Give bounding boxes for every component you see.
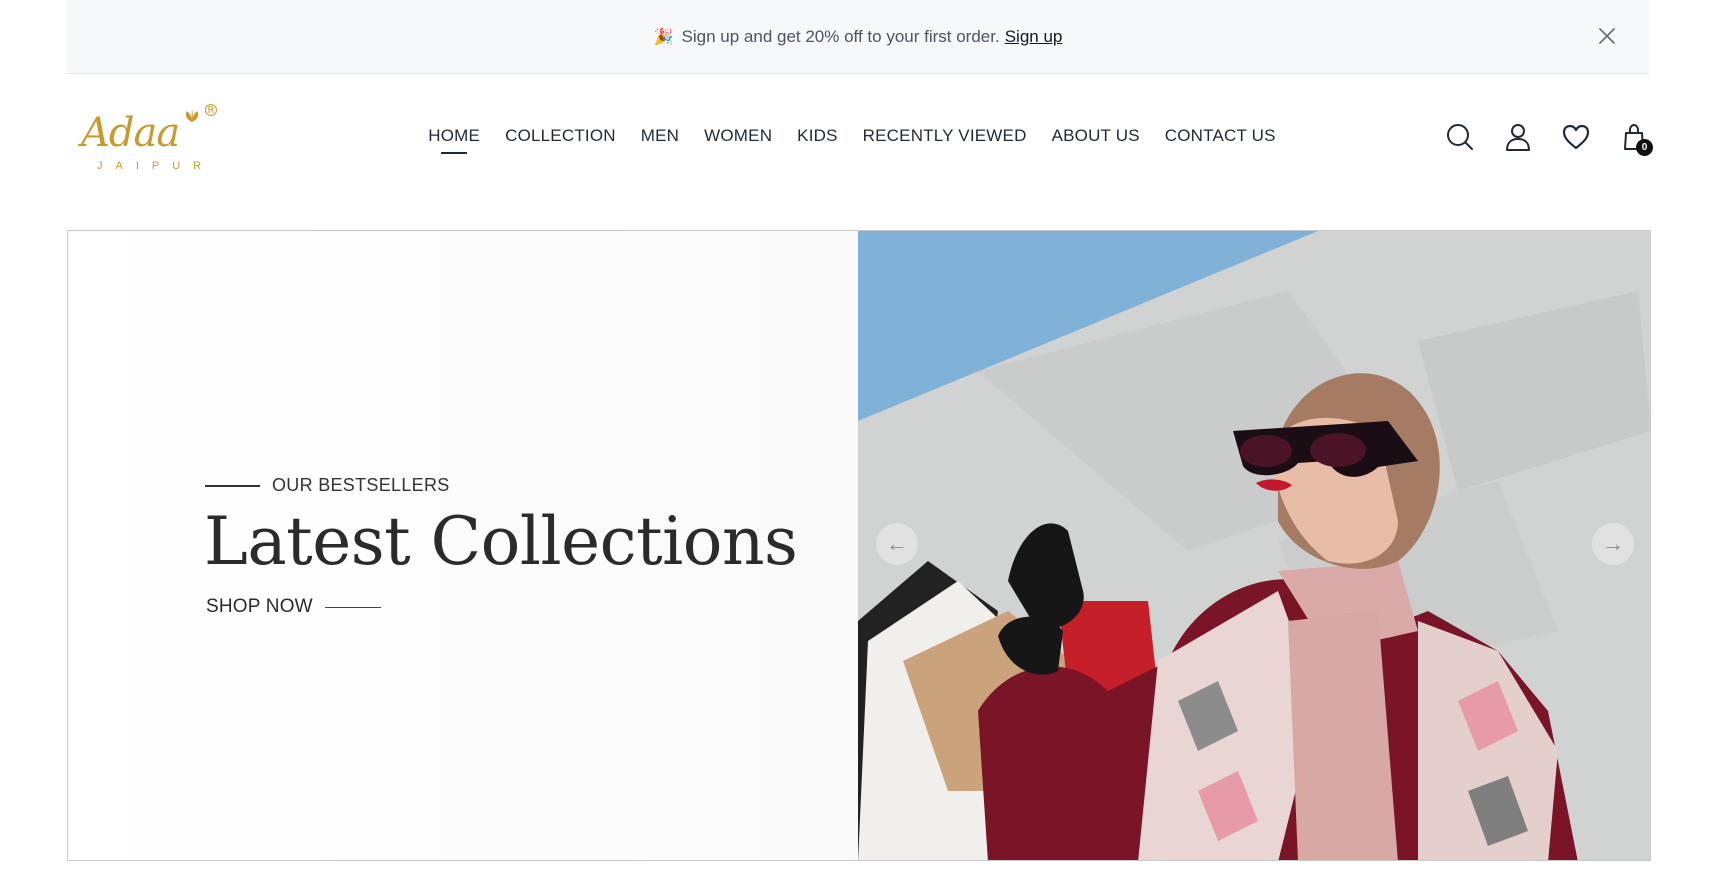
announcement-bar: 🎉 Sign up and get 20% off to your first …	[67, 0, 1649, 74]
hero-text-panel: OUR BESTSELLERS Latest Collections SHOP …	[68, 231, 858, 860]
eyebrow-text: OUR BESTSELLERS	[272, 475, 450, 495]
nav-item-kids[interactable]: KIDS	[797, 126, 837, 154]
party-icon: 🎉	[653, 28, 674, 46]
hero-eyebrow: OUR BESTSELLERS	[205, 475, 450, 496]
nav-item-contact-us[interactable]: CONTACT US	[1165, 126, 1276, 154]
leaf-icon	[185, 109, 199, 122]
nav-item-about-us[interactable]: ABOUT US	[1052, 126, 1140, 154]
site-header: Adaa R JAIPUR HOME COLLECTION MEN WOMEN …	[67, 74, 1653, 230]
nav-item-home[interactable]: HOME	[428, 126, 480, 154]
hero-photo-woman-shopping	[858, 231, 1650, 860]
heart-icon[interactable]	[1561, 122, 1591, 152]
slider-next-button[interactable]: →	[1592, 523, 1634, 565]
nav-item-recently-viewed[interactable]: RECENTLY VIEWED	[863, 126, 1027, 154]
registered-mark: R	[205, 104, 217, 116]
shop-now-line	[324, 606, 381, 608]
cart-count-badge: 0	[1636, 139, 1653, 156]
header-icons: 0	[1445, 122, 1653, 156]
main-nav: HOME COLLECTION MEN WOMEN KIDS RECENTLY …	[67, 126, 1649, 154]
slider-prev-button[interactable]: ←	[876, 523, 918, 565]
shop-now-label: SHOP NOW	[206, 596, 313, 617]
hero-slider: OUR BESTSELLERS Latest Collections SHOP …	[67, 230, 1651, 861]
page: 🎉 Sign up and get 20% off to your first …	[0, 0, 1712, 896]
shop-now-button[interactable]: SHOP NOW	[206, 596, 381, 618]
announcement-text: Sign up and get 20% off to your first or…	[681, 26, 1000, 46]
signup-link[interactable]: Sign up	[1005, 27, 1063, 47]
cart-button[interactable]: 0	[1619, 122, 1653, 156]
brand-sub: JAIPUR	[97, 160, 215, 172]
close-icon[interactable]	[1595, 24, 1619, 48]
nav-item-collection[interactable]: COLLECTION	[505, 126, 616, 154]
search-icon[interactable]	[1445, 122, 1475, 152]
eyebrow-line	[205, 484, 260, 487]
nav-item-men[interactable]: MEN	[641, 126, 679, 154]
nav-item-women[interactable]: WOMEN	[704, 126, 772, 154]
hero-title: Latest Collections	[204, 503, 798, 580]
account-icon[interactable]	[1503, 122, 1533, 152]
hero-image: ← →	[858, 231, 1650, 860]
